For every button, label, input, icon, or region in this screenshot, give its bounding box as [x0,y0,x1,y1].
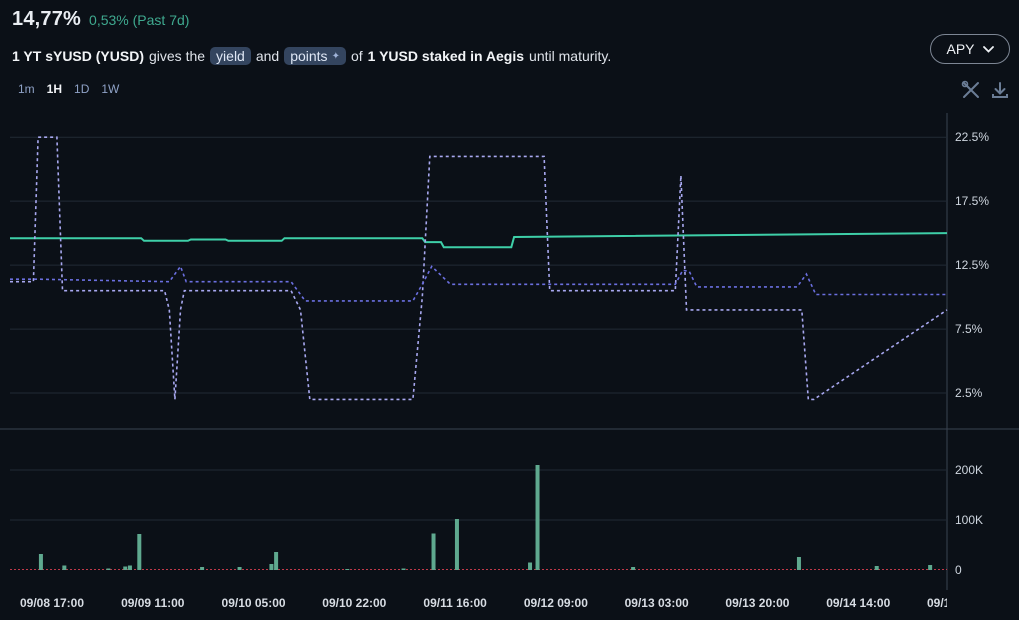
x-tick-label: 09/15 07:00 [927,596,991,610]
x-tick-label: 09/09 11:00 [121,596,185,610]
volume-bar [274,552,279,570]
series-line-dotted [10,136,948,401]
chart-grid [0,113,1019,590]
volume-bar [345,569,350,570]
volume-bar [796,557,801,570]
series-line-solid [10,232,948,249]
volume-tick-label: 200K [955,463,983,477]
x-tick-label: 09/13 03:00 [625,596,689,610]
volume-bar [137,534,142,570]
volume-bar [431,533,436,570]
volume-bar [928,565,933,570]
volume-bar [38,554,43,570]
y-tick-label: 17.5% [955,194,989,208]
volume-bar [123,566,128,570]
volume-bar [535,465,540,570]
x-tick-label: 09/13 20:00 [725,596,789,610]
x-tick-label: 09/11 16:00 [423,596,487,610]
volume-bar [200,567,205,570]
x-tick-label: 09/10 22:00 [322,596,386,610]
volume-bar [127,565,132,570]
series-line-dotted-blue [10,264,947,302]
y-tick-label: 22.5% [955,130,989,144]
x-tick-label: 09/08 17:00 [20,596,84,610]
x-tick-label: 09/14 14:00 [826,596,890,610]
volume-bar [631,567,636,570]
volume-bar [454,519,459,570]
volume-bar [401,568,406,570]
y-tick-label: 12.5% [955,258,989,272]
volume-bar [62,565,67,570]
x-tick-label: 09/10 05:00 [222,596,286,610]
chart: 22.5% 17.5% 12.5% 7.5% 2.5% 200K 100K 0 09/08 1… [0,113,1019,610]
volume-tick-label: 100K [955,513,983,527]
volume-bar [874,566,879,570]
volume-bar [269,564,274,570]
x-tick-label: 09/12 09:00 [524,596,588,610]
volume-bar [106,568,111,570]
volume-tick-label: 0 [955,563,962,577]
volume-bars [38,465,933,570]
y-tick-label: 2.5% [955,386,983,400]
y-axis-ticks: 22.5% 17.5% 12.5% 7.5% 2.5% 200K 100K 0 [955,130,989,577]
volume-bar [237,567,242,570]
y-tick-label: 7.5% [955,322,983,336]
apy-lines [10,136,948,401]
volume-bar [528,562,533,570]
x-axis-ticks: 09/08 17:00 09/09 11:00 09/10 05:00 09/10 2… [20,596,991,610]
